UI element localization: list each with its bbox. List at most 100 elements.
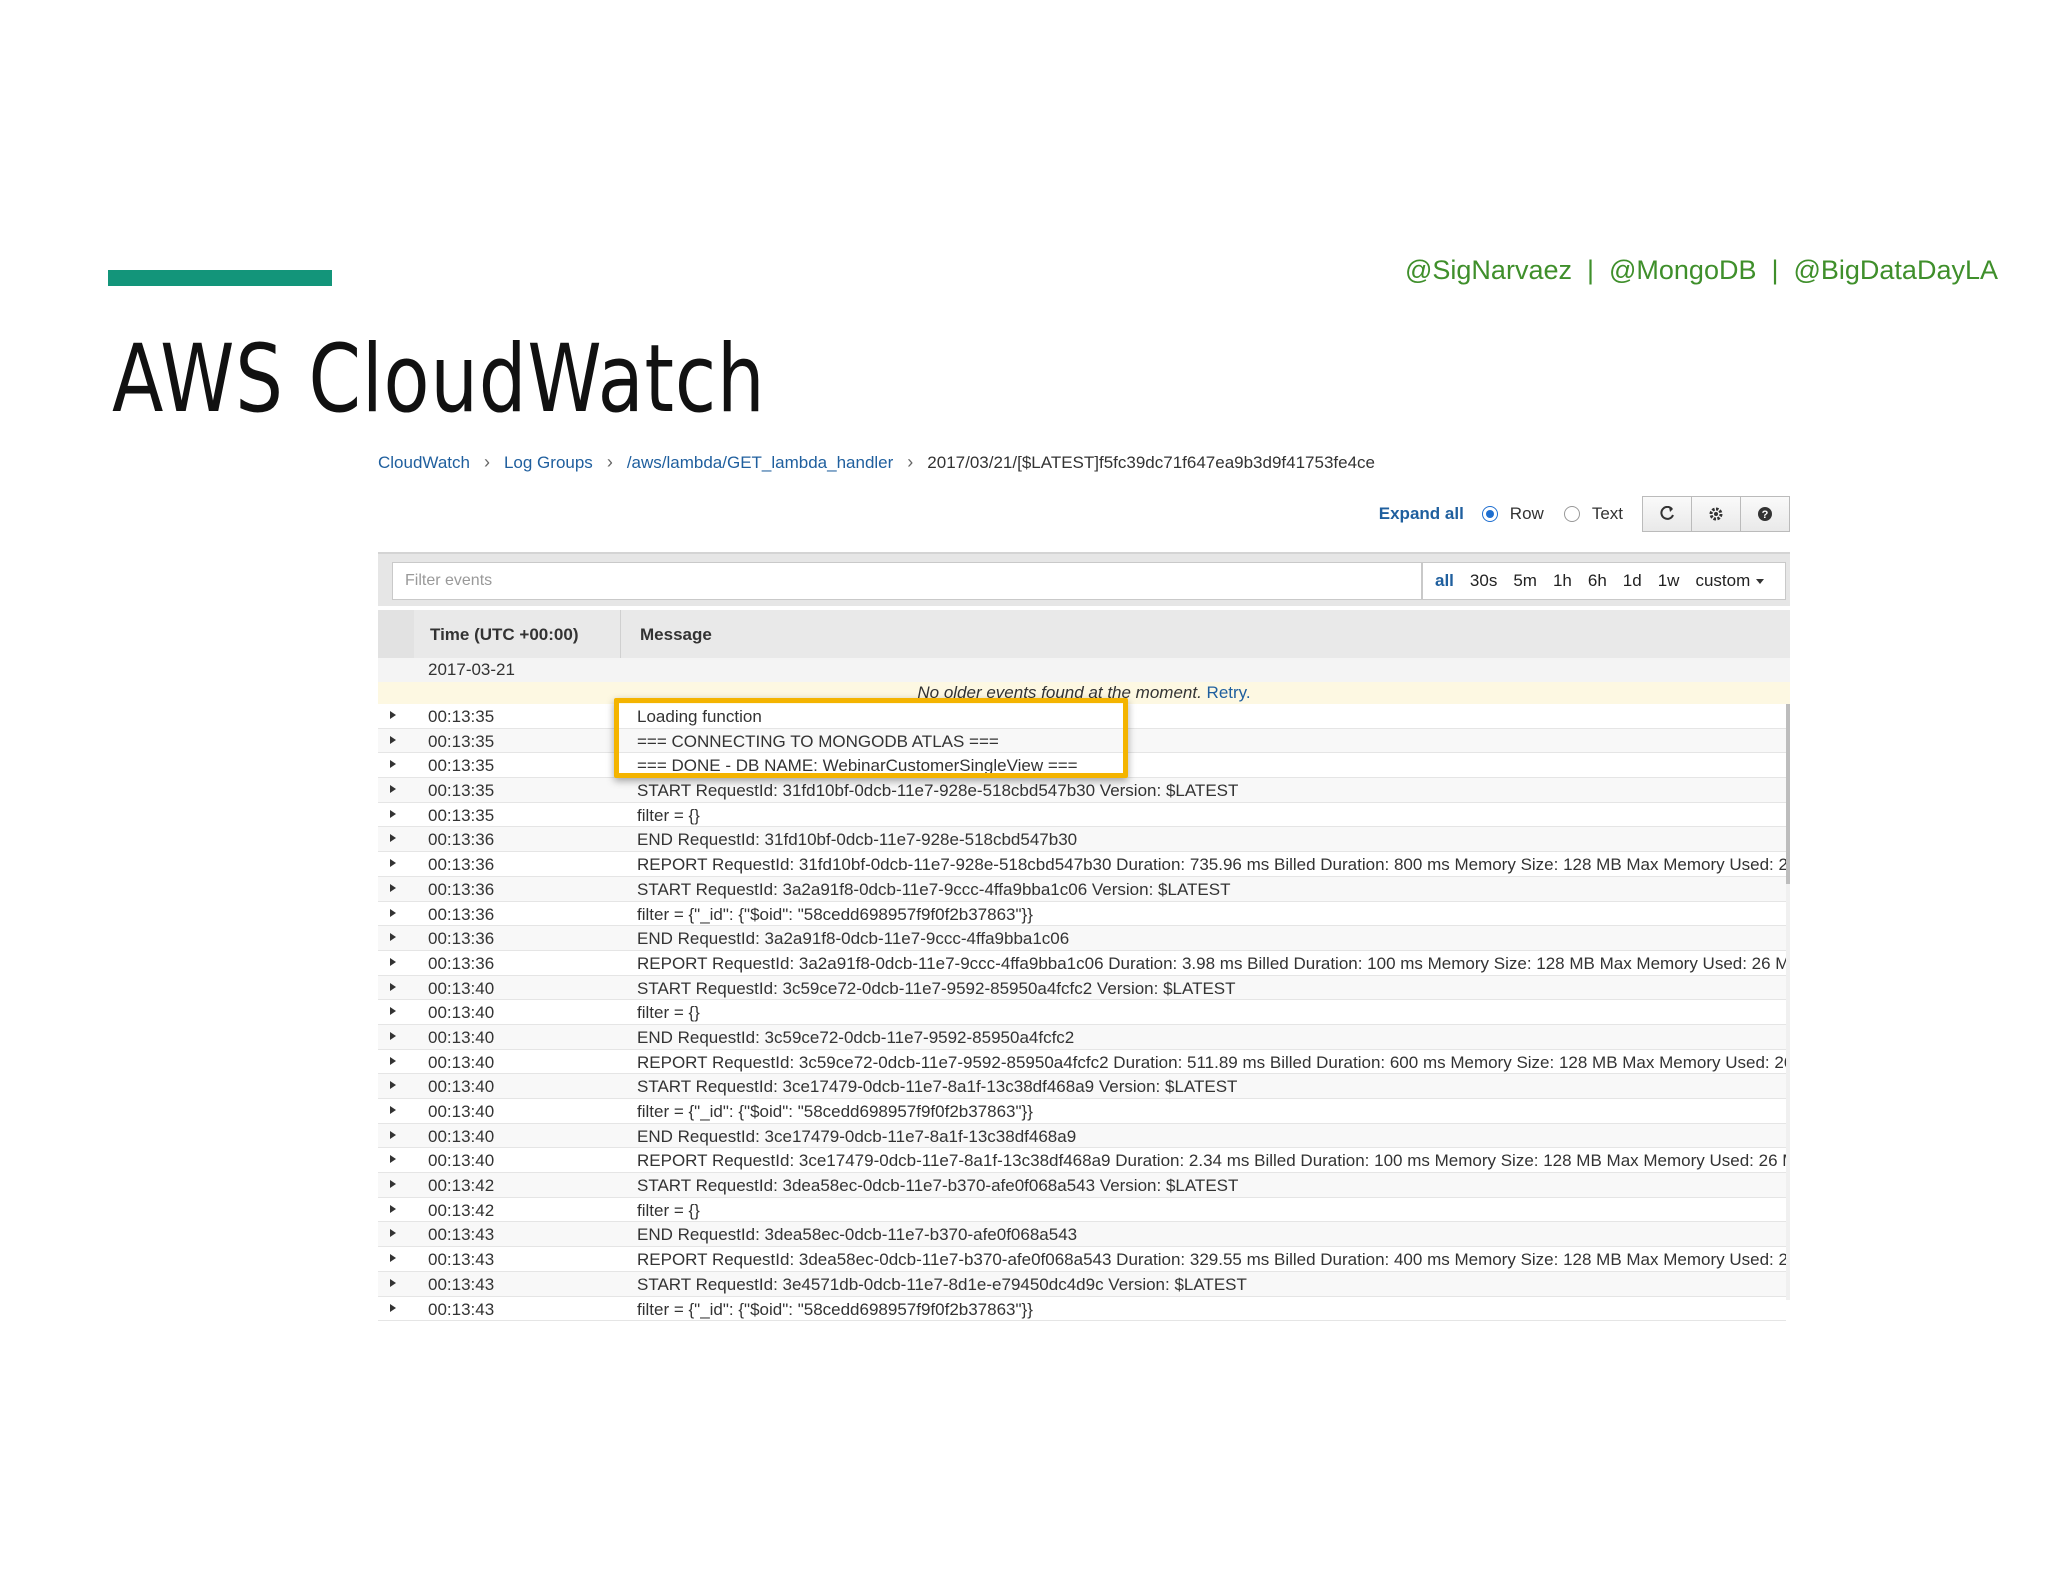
table-row[interactable]: 00:13:35 Loading function <box>378 704 1786 729</box>
expand-row-icon[interactable] <box>390 1031 396 1040</box>
expand-row-icon[interactable] <box>390 834 396 843</box>
expand-row-icon[interactable] <box>390 1204 396 1213</box>
expand-row-icon[interactable] <box>390 957 396 966</box>
row-time: 00:13:36 <box>428 953 495 973</box>
toolbar: Expand all Row Text ? <box>1379 496 1790 532</box>
row-time: 00:13:36 <box>428 830 495 850</box>
breadcrumb: CloudWatch › Log Groups › /aws/lambda/GE… <box>378 452 1375 473</box>
expand-row-icon[interactable] <box>390 1180 396 1189</box>
row-time: 00:13:35 <box>428 805 495 825</box>
expand-row-icon[interactable] <box>390 1081 396 1090</box>
table-row[interactable]: 00:13:40 START RequestId: 3ce17479-0dcb-1… <box>378 1074 1786 1099</box>
expand-row-icon[interactable] <box>390 1254 396 1263</box>
table-row[interactable]: 00:13:40 REPORT RequestId: 3ce17479-0dcb-… <box>378 1148 1786 1174</box>
breadcrumb-log-group[interactable]: /aws/lambda/GET_lambda_handler <box>627 453 893 473</box>
text-view-radio[interactable] <box>1563 506 1580 522</box>
table-row[interactable]: 00:13:35 === CONNECTING TO MONGODB ATLAS … <box>378 728 1786 754</box>
table-row[interactable]: 00:13:42 START RequestId: 3dea58ec-0dcb-1… <box>378 1173 1786 1198</box>
table-row[interactable]: 00:13:42 filter = {} <box>378 1197 1786 1223</box>
table-row[interactable]: 00:13:40 END RequestId: 3ce17479-0dcb-11e… <box>378 1123 1786 1149</box>
row-time: 00:13:43 <box>428 1299 495 1319</box>
breadcrumb-cloudwatch[interactable]: CloudWatch <box>378 453 470 473</box>
scrollbar-thumb[interactable] <box>1786 704 1790 884</box>
table-row[interactable]: 00:13:43 START RequestId: 3e4571db-0dcb-1… <box>378 1271 1786 1297</box>
retry-link[interactable]: Retry. <box>1207 683 1251 702</box>
expand-row-icon[interactable] <box>390 1130 396 1139</box>
refresh-button[interactable] <box>1642 496 1692 532</box>
chevron-right-icon: › <box>483 452 490 472</box>
help-button[interactable]: ? <box>1740 496 1790 532</box>
expand-row-icon[interactable] <box>390 1007 396 1016</box>
filter-bar: all 30s 5m 1h 6h 1d 1w custom <box>378 552 1790 606</box>
table-row[interactable]: 00:13:36 START RequestId: 3a2a91f8-0dcb-1… <box>378 876 1786 902</box>
expand-row-icon[interactable] <box>390 1303 396 1312</box>
expand-row-icon[interactable] <box>390 1056 396 1065</box>
range-all[interactable]: all <box>1435 571 1454 591</box>
expand-all-link[interactable]: Expand all <box>1379 504 1464 524</box>
row-time: 00:13:42 <box>428 1200 495 1220</box>
column-header-time[interactable]: Time (UTC +00:00) <box>430 625 578 645</box>
expand-row-icon[interactable] <box>390 883 396 892</box>
text-view-label: Text <box>1591 504 1623 523</box>
table-row[interactable]: 00:13:36 REPORT RequestId: 3a2a91f8-0dcb-… <box>378 950 1786 976</box>
row-time: 00:13:43 <box>428 1225 495 1245</box>
table-row[interactable]: 00:13:36 END RequestId: 3a2a91f8-0dcb-11e… <box>378 926 1786 951</box>
expand-row-icon[interactable] <box>390 982 396 991</box>
social-handles: @SigNarvaez | @MongoDB | @BigDataDayLA <box>1405 255 1998 285</box>
row-message: REPORT RequestId: 3a2a91f8-0dcb-11e7-9cc… <box>637 953 1786 973</box>
row-time: 00:13:36 <box>428 929 495 949</box>
table-row[interactable]: 00:13:43 REPORT RequestId: 3dea58ec-0dcb-… <box>378 1247 1786 1272</box>
filter-events-input[interactable] <box>392 562 1422 600</box>
table-row[interactable]: 00:13:40 filter = {"_id": {"$oid": "58ced… <box>378 1099 1786 1124</box>
row-message: REPORT RequestId: 3dea58ec-0dcb-11e7-b37… <box>637 1250 1786 1270</box>
range-1h[interactable]: 1h <box>1553 571 1572 591</box>
table-row[interactable]: 00:13:43 END RequestId: 3dea58ec-0dcb-11e… <box>378 1222 1786 1248</box>
table-row[interactable]: 00:13:35 filter = {} <box>378 802 1786 828</box>
table-row[interactable]: 00:13:43 filter = {"_id": {"$oid": "58ced… <box>378 1296 1786 1322</box>
table-row[interactable]: 00:13:40 REPORT RequestId: 3c59ce72-0dcb-… <box>378 1049 1786 1075</box>
table-row[interactable]: 00:13:36 REPORT RequestId: 31fd10bf-0dcb-… <box>378 852 1786 877</box>
table-row[interactable]: 00:13:40 START RequestId: 3c59ce72-0dcb-1… <box>378 975 1786 1001</box>
row-time: 00:13:36 <box>428 855 495 875</box>
row-message: REPORT RequestId: 31fd10bf-0dcb-11e7-928… <box>637 855 1786 875</box>
column-header-message[interactable]: Message <box>640 625 712 645</box>
row-message: filter = {"_id": {"$oid": "58cedd698957f… <box>637 904 1033 924</box>
expand-row-icon[interactable] <box>390 1106 396 1114</box>
settings-button[interactable] <box>1691 496 1741 532</box>
accent-bar <box>108 270 332 286</box>
expand-row-icon[interactable] <box>390 933 396 942</box>
table-row[interactable]: 00:13:35 === DONE - DB NAME: WebinarCusto… <box>378 753 1786 779</box>
row-time: 00:13:40 <box>428 1151 495 1171</box>
breadcrumb-log-groups[interactable]: Log Groups <box>504 453 593 473</box>
row-time: 00:13:43 <box>428 1250 495 1270</box>
row-message: REPORT RequestId: 3ce17479-0dcb-11e7-8a1… <box>637 1151 1786 1171</box>
range-custom[interactable]: custom <box>1695 571 1765 591</box>
table-row[interactable]: 00:13:40 END RequestId: 3c59ce72-0dcb-11e… <box>378 1024 1786 1050</box>
expand-row-icon[interactable] <box>390 785 396 794</box>
row-message: END RequestId: 31fd10bf-0dcb-11e7-928e-5… <box>637 830 1078 850</box>
table-row[interactable]: 00:13:35 START RequestId: 31fd10bf-0dcb-1… <box>378 778 1786 803</box>
expand-row-icon[interactable] <box>390 859 396 868</box>
row-message: START RequestId: 3e4571db-0dcb-11e7-8d1e… <box>637 1274 1247 1294</box>
range-1d[interactable]: 1d <box>1623 571 1642 591</box>
row-view-radio[interactable] <box>1481 506 1498 522</box>
log-events-panel: all 30s 5m 1h 6h 1d 1w custom Time (UTC … <box>378 552 1790 1322</box>
expand-row-icon[interactable] <box>390 1229 396 1238</box>
row-time: 00:13:35 <box>428 781 495 801</box>
expand-row-icon[interactable] <box>390 735 396 744</box>
expand-row-icon[interactable] <box>390 1155 396 1164</box>
expand-row-icon[interactable] <box>390 711 396 719</box>
expand-row-icon[interactable] <box>390 908 396 917</box>
table-row[interactable]: 00:13:40 filter = {} <box>378 1000 1786 1025</box>
expand-row-icon[interactable] <box>390 809 396 818</box>
row-time: 00:13:40 <box>428 1102 495 1121</box>
expand-row-icon[interactable] <box>390 1278 396 1287</box>
slide-title: AWS CloudWatch <box>112 325 766 434</box>
range-1w[interactable]: 1w <box>1658 571 1680 591</box>
table-row[interactable]: 00:13:36 filter = {"_id": {"$oid": "58ced… <box>378 901 1786 927</box>
range-6h[interactable]: 6h <box>1588 571 1607 591</box>
expand-row-icon[interactable] <box>390 760 396 769</box>
range-5m[interactable]: 5m <box>1513 571 1537 591</box>
table-row[interactable]: 00:13:36 END RequestId: 31fd10bf-0dcb-11e… <box>378 827 1786 853</box>
range-30s[interactable]: 30s <box>1470 571 1497 591</box>
